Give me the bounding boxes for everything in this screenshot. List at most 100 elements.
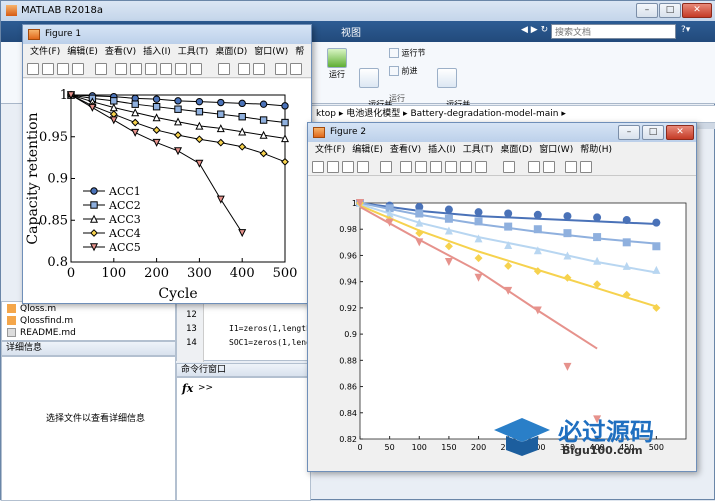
- data-point: [622, 238, 631, 247]
- data-point: [504, 209, 513, 218]
- minimize-button[interactable]: –: [636, 3, 658, 18]
- legend-label: ACC2: [108, 199, 141, 212]
- run-button[interactable]: 运行: [323, 48, 351, 80]
- menu-help[interactable]: 帮助(H): [580, 145, 612, 155]
- pointer-icon[interactable]: [380, 161, 392, 173]
- brush-icon[interactable]: [190, 63, 202, 75]
- data-point: [195, 97, 204, 106]
- data-point: [652, 218, 661, 227]
- rotate-icon[interactable]: [445, 161, 457, 173]
- tab-view[interactable]: 视图: [341, 24, 361, 39]
- menu-file[interactable]: 文件(F): [30, 47, 60, 57]
- help-icon[interactable]: ?▾: [681, 25, 690, 35]
- menu-tools[interactable]: 工具(T): [178, 47, 209, 57]
- menu-edit[interactable]: 编辑(E): [67, 47, 98, 57]
- data-cursor-icon[interactable]: [175, 63, 187, 75]
- menu-window[interactable]: 窗口(W): [539, 145, 573, 155]
- run-section-button[interactable]: 运行节: [389, 48, 429, 59]
- search-documentation-input[interactable]: [551, 24, 676, 39]
- figure2-minimize-button[interactable]: –: [618, 125, 640, 140]
- current-folder-path[interactable]: ktop ▸ 电池退化模型 ▸ Battery-degradation-mode…: [311, 105, 715, 123]
- data-point: [259, 116, 268, 124]
- figure2-close-button[interactable]: ✕: [666, 125, 694, 140]
- print-icon[interactable]: [357, 161, 369, 173]
- show-plot-tools-icon[interactable]: [290, 63, 302, 75]
- data-cursor-icon[interactable]: [460, 161, 472, 173]
- data-point: [415, 209, 424, 218]
- x-tick-label: 200: [471, 443, 486, 452]
- data-point: [652, 242, 661, 251]
- quick-access-icons[interactable]: ◀ ▶ ↻: [521, 25, 548, 35]
- zoom-out-icon[interactable]: [130, 63, 142, 75]
- menu-window[interactable]: 窗口(W): [254, 47, 288, 57]
- data-point: [563, 229, 572, 238]
- brush-icon[interactable]: [475, 161, 487, 173]
- figure1-window: Figure 1 文件(F) 编辑(E) 查看(V) 插入(I) 工具(T) 桌面(D) 窗…: [22, 24, 312, 304]
- colorbar-icon[interactable]: [238, 63, 250, 75]
- data-point: [110, 97, 118, 105]
- pan-icon[interactable]: [430, 161, 442, 173]
- link-icon[interactable]: [503, 161, 515, 173]
- command-window-header[interactable]: 命令行窗口: [176, 363, 311, 377]
- watermark-text: 必过源码: [558, 418, 654, 446]
- rotate-icon[interactable]: [160, 63, 172, 75]
- maximize-button[interactable]: □: [659, 3, 681, 18]
- close-button[interactable]: ✕: [682, 3, 712, 18]
- data-point: [281, 118, 289, 127]
- menu-edit[interactable]: 编辑(E): [352, 145, 383, 155]
- pointer-icon[interactable]: [95, 63, 107, 75]
- y-tick-label: 0.98: [339, 225, 357, 234]
- run-icon: [327, 48, 347, 68]
- x-axis-label: Cycle: [158, 286, 197, 302]
- menu-view[interactable]: 查看(V): [390, 145, 421, 155]
- zoom-out-icon[interactable]: [415, 161, 427, 173]
- new-figure-icon[interactable]: [312, 161, 324, 173]
- y-tick-label: 0.8: [47, 255, 68, 270]
- menu-file[interactable]: 文件(F): [315, 145, 345, 155]
- open-icon[interactable]: [327, 161, 339, 173]
- x-tick-label: 100: [101, 266, 126, 281]
- file-item[interactable]: Qlossfind.m: [20, 316, 73, 326]
- print-icon[interactable]: [72, 63, 84, 75]
- file-item[interactable]: Qloss.m: [20, 304, 56, 314]
- save-icon[interactable]: [57, 63, 69, 75]
- save-icon[interactable]: [342, 161, 354, 173]
- zoom-in-icon[interactable]: [115, 63, 127, 75]
- figure2-maximize-button[interactable]: □: [642, 125, 664, 140]
- data-point: [195, 108, 204, 116]
- y-tick-label: 0.88: [339, 356, 357, 365]
- code-editor[interactable]: 12 13 14 I1=zeros(1,length SOC1=zeros(1,…: [176, 301, 311, 362]
- legend-label: ACC5: [108, 241, 141, 254]
- data-point: [238, 99, 246, 108]
- menu-insert[interactable]: 插入(I): [143, 47, 171, 57]
- hide-plot-tools-icon[interactable]: [565, 161, 577, 173]
- link-icon[interactable]: [218, 63, 230, 75]
- file-item[interactable]: README.md: [20, 328, 76, 338]
- show-plot-tools-icon[interactable]: [580, 161, 592, 173]
- legend-icon[interactable]: [253, 63, 265, 75]
- legend-icon[interactable]: [543, 161, 555, 173]
- open-icon[interactable]: [42, 63, 54, 75]
- x-tick-label: 300: [187, 266, 212, 281]
- y-tick-label: 0.94: [339, 278, 357, 287]
- m-file-icon: [7, 316, 16, 325]
- line-number: 14: [186, 338, 197, 348]
- menu-tools[interactable]: 工具(T): [463, 145, 494, 155]
- legend-label: ACC4: [108, 227, 141, 240]
- data-point: [563, 212, 572, 221]
- run-advance-icon: [359, 68, 379, 88]
- menu-desktop[interactable]: 桌面(D): [500, 145, 532, 155]
- menu-view[interactable]: 查看(V): [105, 47, 136, 57]
- details-header[interactable]: 详细信息: [1, 341, 176, 356]
- colorbar-icon[interactable]: [528, 161, 540, 173]
- advance-button[interactable]: 前进: [389, 66, 429, 77]
- command-window[interactable]: fx >>: [176, 377, 311, 501]
- menu-insert[interactable]: 插入(I): [428, 145, 456, 155]
- new-figure-icon[interactable]: [27, 63, 39, 75]
- menu-desktop[interactable]: 桌面(D): [215, 47, 247, 57]
- data-point: [622, 216, 631, 225]
- hide-plot-tools-icon[interactable]: [275, 63, 287, 75]
- pan-icon[interactable]: [145, 63, 157, 75]
- fx-icon: fx: [182, 382, 194, 395]
- zoom-in-icon[interactable]: [400, 161, 412, 173]
